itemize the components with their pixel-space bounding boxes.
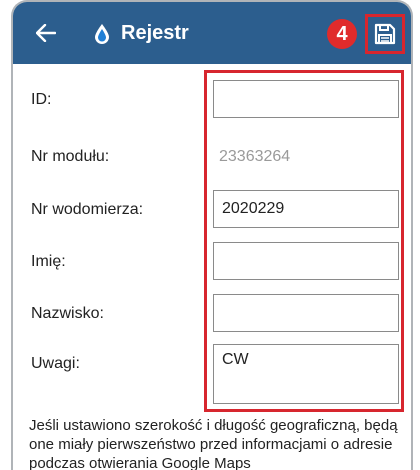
water-meter-number-label: Nr wodomierza:: [31, 201, 144, 218]
module-number-label: Nr modułu:: [31, 148, 110, 165]
id-label: ID:: [31, 91, 52, 108]
app-bar: Rejestr 4: [13, 2, 411, 64]
step-badge: 4: [327, 19, 357, 49]
module-number-value: 23363264: [219, 148, 291, 165]
back-button[interactable]: [33, 20, 59, 46]
last-name-field[interactable]: [213, 294, 399, 332]
first-name-label: Imię:: [31, 253, 66, 270]
page-title: Rejestr: [121, 22, 189, 44]
save-button[interactable]: [365, 14, 405, 54]
water-drop-icon: [95, 24, 109, 44]
water-meter-number-field[interactable]: [213, 190, 399, 228]
notes-label: Uwagi:: [31, 355, 80, 372]
map-priority-note: Jeśli ustawiono szerokość i długość geog…: [29, 417, 398, 470]
floppy-disk-icon: [374, 23, 396, 45]
arrow-left-icon: [36, 24, 56, 42]
id-field[interactable]: [213, 80, 399, 118]
first-name-field[interactable]: [213, 242, 399, 280]
notes-field[interactable]: CW: [213, 344, 399, 404]
phone-frame: Rejestr 4 ID: Nr modułu: 23363264 Nr wod…: [11, 0, 413, 470]
last-name-label: Nazwisko:: [31, 305, 104, 322]
